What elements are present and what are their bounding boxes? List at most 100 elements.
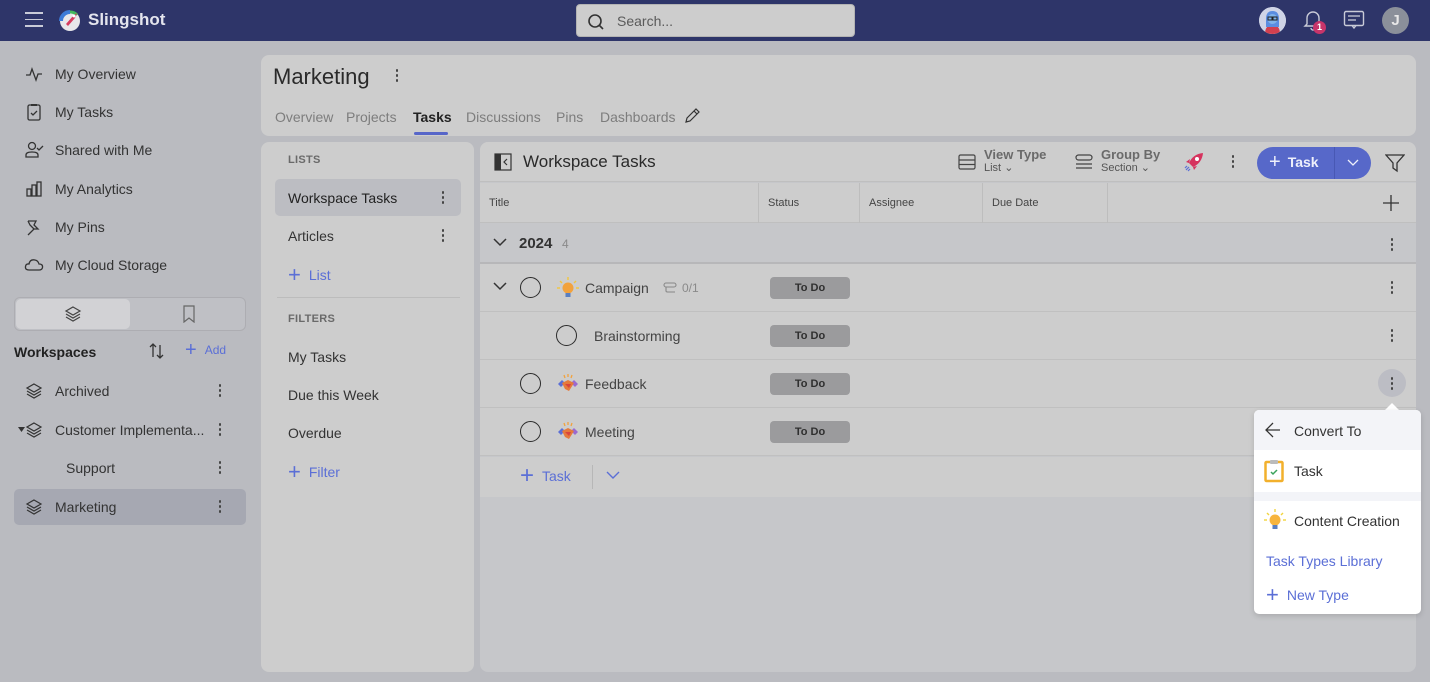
group-by-dropdown[interactable]: Group By Section ⌄ xyxy=(1075,148,1160,175)
task-name[interactable]: Feedback xyxy=(585,376,646,392)
pin-icon xyxy=(27,220,40,236)
complete-checkbox[interactable] xyxy=(520,277,541,298)
more-options-icon[interactable] xyxy=(441,229,445,243)
edit-tabs-pencil-icon[interactable] xyxy=(683,107,701,125)
handshake-icon xyxy=(558,374,578,391)
status-badge[interactable]: To Do xyxy=(770,373,850,395)
inline-add-task-button[interactable]: + Task xyxy=(520,464,571,488)
plus-icon: + xyxy=(185,339,197,361)
clipboard-check-icon xyxy=(27,104,41,121)
convert-to-back-button[interactable]: Convert To xyxy=(1254,410,1421,450)
caret-down-icon[interactable] xyxy=(18,427,25,432)
chevron-down-icon[interactable] xyxy=(493,282,507,291)
status-badge[interactable]: To Do xyxy=(770,277,850,299)
group-options-icon[interactable] xyxy=(1390,238,1394,252)
add-column-icon[interactable] xyxy=(1382,194,1400,212)
complete-checkbox[interactable] xyxy=(520,421,541,442)
tab-dashboards[interactable]: Dashboards xyxy=(600,109,676,125)
task-row[interactable]: Feedback To Do xyxy=(480,360,1416,408)
chevron-down-icon[interactable] xyxy=(606,471,620,480)
chevron-down-icon[interactable] xyxy=(493,238,507,247)
task-row[interactable]: Brainstorming To Do xyxy=(480,312,1416,360)
bookmarks-toggle[interactable] xyxy=(132,299,245,329)
task-name[interactable]: Brainstorming xyxy=(594,328,680,344)
more-options-icon[interactable] xyxy=(218,500,222,514)
nav-my-overview[interactable]: My Overview xyxy=(24,62,136,86)
task-options-icon[interactable] xyxy=(1390,377,1394,391)
search-box[interactable] xyxy=(576,4,855,37)
workspace-item-marketing[interactable]: Marketing xyxy=(14,489,246,525)
list-item-workspace-tasks[interactable]: Workspace Tasks xyxy=(275,179,461,216)
tab-pins[interactable]: Pins xyxy=(556,109,583,125)
add-task-dropdown[interactable] xyxy=(1335,147,1371,179)
top-bar: Slingshot 1 J xyxy=(0,0,1430,41)
more-options-icon[interactable] xyxy=(218,423,222,437)
workspace-label: Customer Implementa... xyxy=(55,422,205,438)
task-types-library-link[interactable]: Task Types Library xyxy=(1266,553,1382,569)
nav-my-cloud-storage[interactable]: My Cloud Storage xyxy=(24,253,167,277)
more-options-icon[interactable] xyxy=(218,461,222,475)
filter-icon[interactable] xyxy=(1385,153,1405,173)
search-input[interactable] xyxy=(617,11,837,31)
complete-checkbox[interactable] xyxy=(556,325,577,346)
tab-overview[interactable]: Overview xyxy=(275,109,333,125)
messages-icon[interactable] xyxy=(1343,10,1365,30)
chevron-down-icon: ⌄ xyxy=(1004,162,1014,174)
workspace-item-customer-implementation[interactable]: Customer Implementa... xyxy=(14,412,246,448)
task-name[interactable]: Meeting xyxy=(585,424,635,440)
complete-checkbox[interactable] xyxy=(520,373,541,394)
column-due-date[interactable]: Due Date xyxy=(983,183,1108,223)
filter-item-overdue[interactable]: Overdue xyxy=(275,414,461,451)
menu-icon[interactable] xyxy=(25,12,43,28)
view-type-dropdown[interactable]: View Type List ⌄ xyxy=(958,148,1046,175)
add-filter-label: Filter xyxy=(308,464,340,480)
tab-discussions[interactable]: Discussions xyxy=(466,109,541,125)
divider xyxy=(1254,492,1421,501)
column-assignee[interactable]: Assignee xyxy=(860,183,983,223)
workspaces-toggle[interactable] xyxy=(16,299,130,329)
column-status[interactable]: Status xyxy=(759,183,860,223)
convert-option-content-creation[interactable]: Content Creation xyxy=(1254,501,1421,541)
filter-item-my-tasks[interactable]: My Tasks xyxy=(275,338,461,375)
collapse-panel-icon[interactable] xyxy=(494,153,512,171)
active-tab-indicator xyxy=(414,132,448,135)
list-title: Workspace Tasks xyxy=(523,152,656,171)
toolbar-more-icon[interactable] xyxy=(1231,155,1235,169)
add-filter-button[interactable]: + Filter xyxy=(288,461,340,483)
nav-shared-with-me[interactable]: Shared with Me xyxy=(24,138,152,162)
user-check-icon xyxy=(25,141,44,158)
nav-my-pins[interactable]: My Pins xyxy=(24,215,105,239)
task-name[interactable]: Campaign xyxy=(585,280,649,296)
more-options-icon[interactable] xyxy=(218,384,222,398)
workspace-options-icon[interactable] xyxy=(395,69,399,83)
new-type-button[interactable]: + New Type xyxy=(1266,584,1349,606)
sort-icon[interactable] xyxy=(147,341,167,361)
task-row[interactable]: Campaign 0/1 To Do xyxy=(480,264,1416,312)
task-options-icon[interactable] xyxy=(1390,281,1394,295)
convert-option-task[interactable]: Task xyxy=(1254,451,1421,491)
more-options-icon[interactable] xyxy=(441,191,445,205)
list-item-articles[interactable]: Articles xyxy=(275,217,461,254)
tab-tasks[interactable]: Tasks xyxy=(413,109,452,125)
profile-avatar[interactable] xyxy=(1259,7,1286,34)
filter-item-due-this-week[interactable]: Due this Week xyxy=(275,376,461,413)
lists-section-label: LISTS xyxy=(288,154,321,166)
brand-name: Slingshot xyxy=(88,10,166,29)
column-title[interactable]: Title xyxy=(480,183,759,223)
task-options-icon[interactable] xyxy=(1390,329,1394,343)
add-task-button[interactable]: + Task xyxy=(1269,152,1319,172)
view-type-value: List xyxy=(984,162,1002,174)
tab-projects[interactable]: Projects xyxy=(346,109,397,125)
status-badge[interactable]: To Do xyxy=(770,421,850,443)
status-badge[interactable]: To Do xyxy=(770,325,850,347)
user-avatar[interactable]: J xyxy=(1382,7,1409,34)
slingshot-logo-icon xyxy=(59,10,80,31)
rocket-icon[interactable] xyxy=(1183,151,1205,173)
nav-my-analytics[interactable]: My Analytics xyxy=(24,177,133,201)
workspace-item-support[interactable]: Support xyxy=(14,450,246,486)
add-workspace-button[interactable]: + Add xyxy=(185,339,226,361)
workspace-item-archived[interactable]: Archived xyxy=(14,373,246,409)
nav-my-tasks[interactable]: My Tasks xyxy=(24,100,113,124)
add-list-button[interactable]: + List xyxy=(288,264,331,286)
layers-icon xyxy=(25,499,43,515)
